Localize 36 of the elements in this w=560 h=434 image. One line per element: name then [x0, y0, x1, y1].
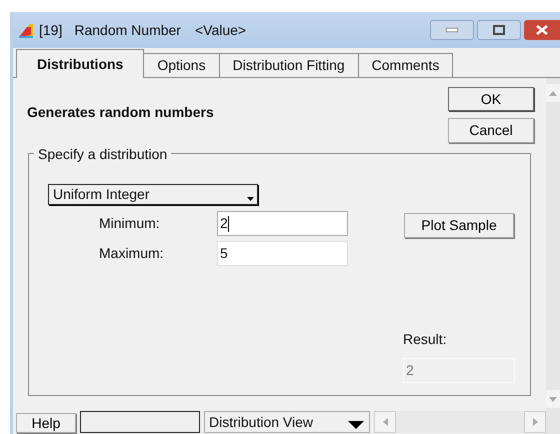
dropdown-arrow-icon [247, 197, 254, 201]
app-icon [18, 22, 34, 38]
left-arrow-icon [382, 418, 388, 426]
input-field[interactable]: 2 [217, 211, 348, 236]
maximize-button[interactable] [477, 20, 521, 40]
view-dropdown[interactable]: Distribution View [204, 411, 370, 433]
right-arrow-icon [532, 418, 538, 426]
distribution-dropdown[interactable]: Uniform Integer [48, 184, 258, 205]
down-arrow-icon [549, 396, 557, 402]
close-icon [536, 25, 548, 35]
result-label: Result: [403, 330, 447, 349]
description: Generates random numbers [27, 103, 214, 122]
tab[interactable]: Distributions [16, 49, 144, 78]
up-arrow-icon [549, 90, 557, 96]
scroll-right-button[interactable] [524, 411, 546, 433]
help-button[interactable]: Help [16, 413, 76, 433]
cancel-button[interactable]: Cancel [448, 118, 534, 143]
field-label: Maximum: [99, 244, 165, 263]
field-label: Minimum: [99, 214, 161, 233]
ok-button[interactable]: OK [448, 87, 534, 111]
window-title: Random Number [74, 20, 181, 40]
input-field[interactable]: 5 [217, 241, 348, 266]
minimize-icon [446, 28, 458, 32]
close-button[interactable] [524, 20, 560, 40]
tab[interactable]: Options [144, 53, 220, 77]
window-id: [19] [39, 20, 62, 40]
scroll-up-button[interactable] [546, 84, 560, 102]
dropdown-arrow-icon [348, 421, 364, 429]
plot-sample-button[interactable]: Plot Sample [404, 213, 514, 238]
result-field: 2 [403, 358, 515, 383]
scroll-down-button[interactable] [546, 390, 560, 408]
scroll-left-button[interactable] [374, 411, 396, 433]
restore-icon [493, 25, 505, 35]
tab[interactable]: Distribution Fitting [220, 53, 359, 77]
tab[interactable]: Comments [358, 53, 454, 77]
window-subtitle: <Value> [194, 20, 246, 40]
